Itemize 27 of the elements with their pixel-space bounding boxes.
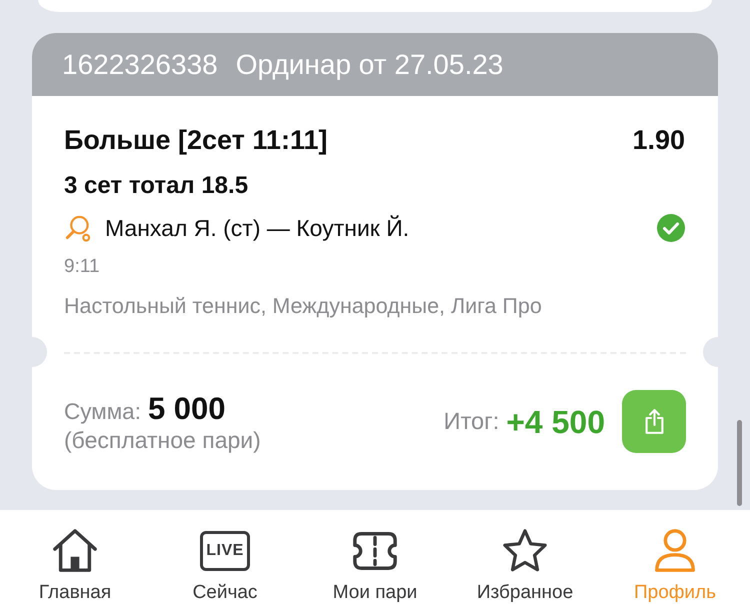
table-tennis-paddle-icon	[64, 214, 91, 242]
event-time: 9:11	[64, 255, 101, 279]
bet-selection: Больше [2сет 11:11]	[64, 124, 328, 156]
stake-amount: 5 000	[148, 390, 226, 426]
scrollbar-thumb[interactable]	[737, 420, 742, 506]
event-name: Манхал Я. (ст) — Коутник Й.	[105, 214, 410, 242]
share-icon	[644, 408, 664, 435]
live-icon: LIVE	[200, 531, 250, 571]
tab-button[interactable]: LIVE Сейчас	[150, 510, 300, 607]
share-button[interactable]	[622, 390, 686, 453]
tab-button[interactable]: Главная	[0, 510, 150, 607]
person-icon	[652, 528, 698, 574]
league-name: Настольный теннис, Международные, Лига Про	[64, 294, 543, 318]
star-icon	[502, 528, 548, 574]
bet-type: Ординар от 27.05.23	[236, 48, 504, 80]
ticket-notch	[32, 337, 47, 367]
ticket-notch	[703, 337, 718, 367]
tab-button[interactable]: Избранное	[450, 510, 600, 607]
bet-market: 3 сет тотал 18.5	[64, 172, 250, 200]
stake-note: (бесплатное пари)	[64, 426, 261, 452]
result-amount: +4 500	[506, 404, 605, 440]
tab-button[interactable]: Мои пари	[300, 510, 450, 607]
bet-number: 1622326338	[62, 48, 218, 80]
home-icon	[52, 528, 98, 574]
result-label: Итог:	[444, 408, 500, 435]
stake-label: Сумма:	[64, 398, 141, 424]
bet-odds: 1.90	[632, 124, 685, 156]
